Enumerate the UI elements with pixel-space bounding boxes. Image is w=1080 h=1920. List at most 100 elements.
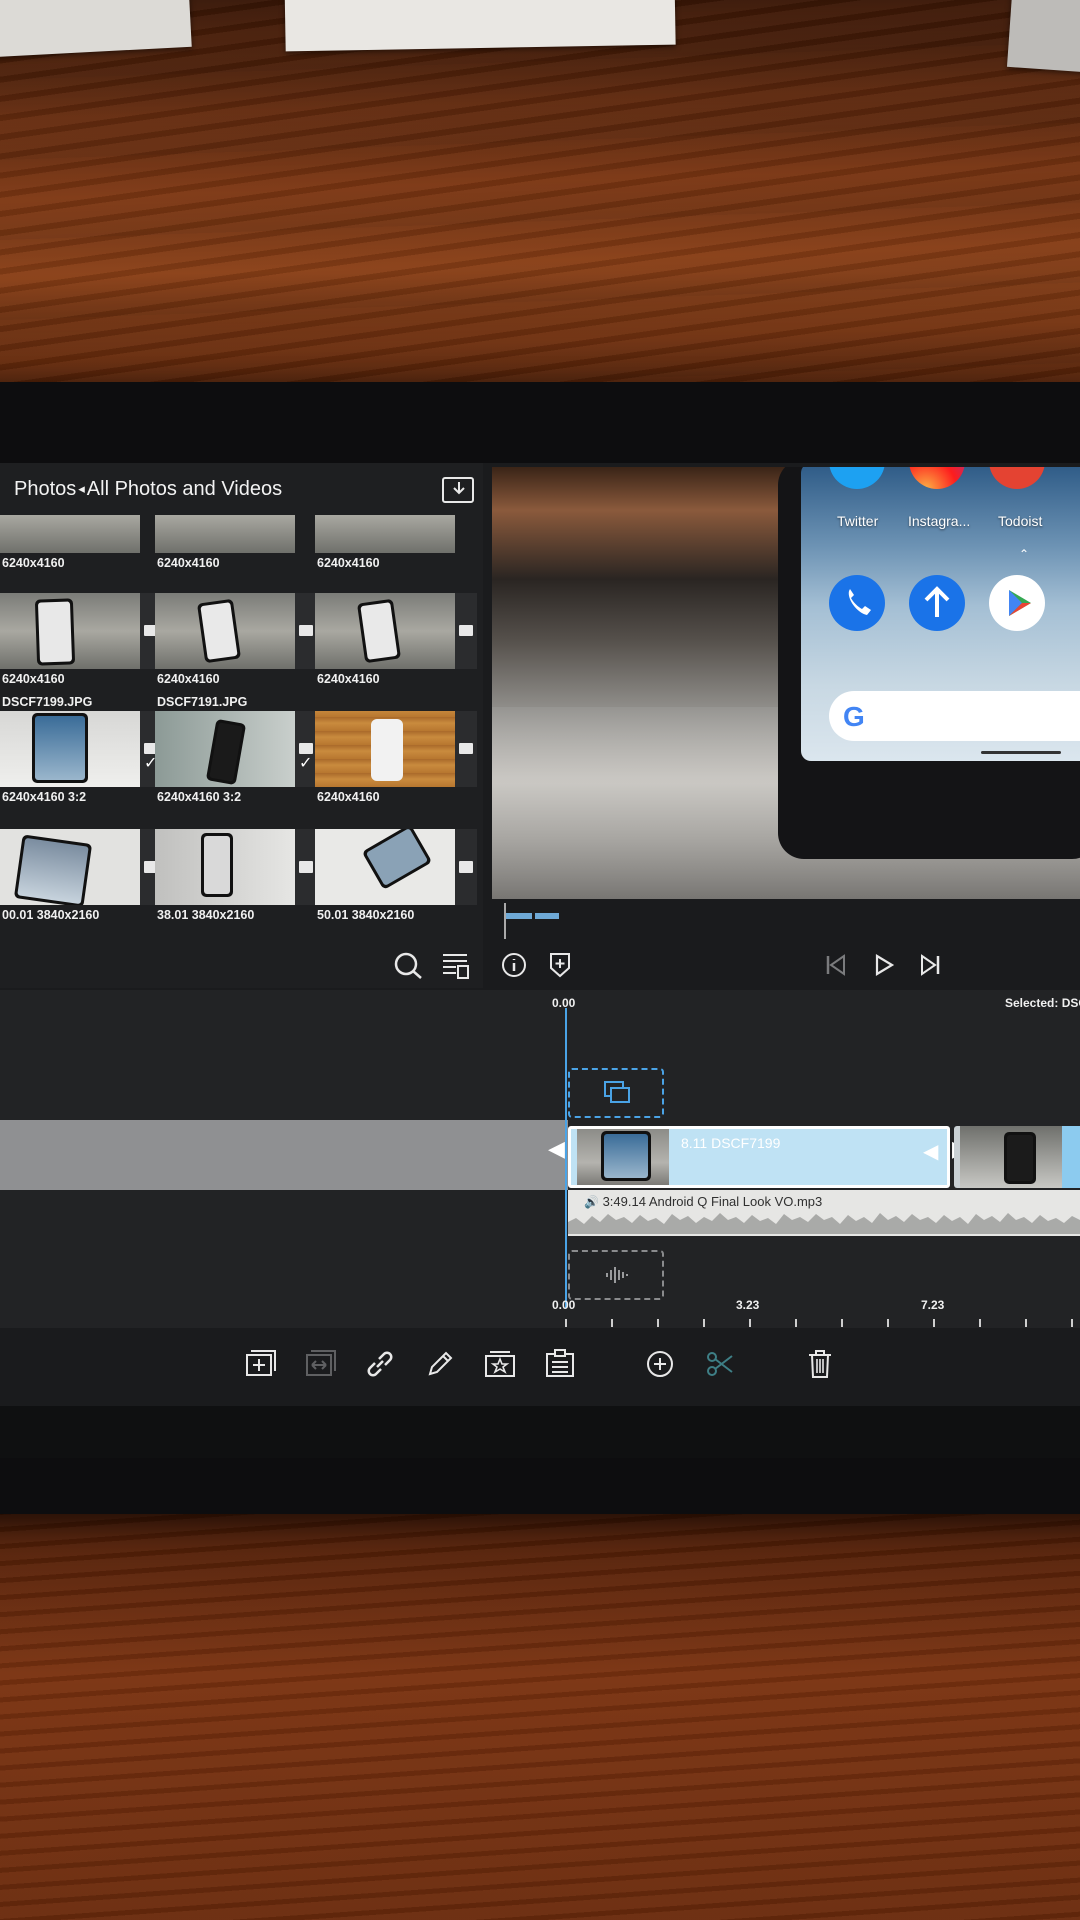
video-clip[interactable] — [954, 1126, 1080, 1188]
selected-clip-label: Selected: DSC — [1005, 996, 1080, 1010]
video-badge-icon — [459, 861, 473, 873]
overlay-track-icon — [604, 1081, 630, 1103]
media-thumbnail — [155, 711, 295, 787]
add-clip-icon[interactable] — [240, 1344, 280, 1384]
media-item[interactable]: 00.01 3840x2160 — [0, 815, 162, 927]
phone-app-icon — [829, 575, 885, 631]
media-thumbnail — [0, 829, 140, 905]
ruler-tick — [565, 1319, 567, 1327]
play-icon[interactable] — [872, 953, 896, 977]
timeline-panel[interactable]: 0.00 Selected: DSC ◀ 8.11 DSCF7199 ◀ ▶ — [0, 990, 1080, 1328]
app-label-instagram: Instagra... — [908, 513, 971, 529]
audio-clip-label: 🔊 3:49.14 Android Q Final Look VO.mp3 — [584, 1194, 822, 1209]
trim-handle-left-icon[interactable]: ◀ — [548, 1136, 565, 1162]
chevron-up-icon: ⌃ — [1019, 547, 1030, 561]
paper-sheet — [1006, 0, 1080, 74]
ruler-tick — [611, 1319, 613, 1327]
info-icon[interactable] — [500, 951, 528, 979]
media-item[interactable]: 6240x4160 — [315, 515, 470, 575]
photo-badge-icon — [459, 743, 473, 754]
skip-forward-icon[interactable] — [918, 953, 942, 977]
ruler-tick — [703, 1319, 705, 1327]
media-item[interactable] — [155, 933, 310, 945]
audio-track[interactable]: 🔊 3:49.14 Android Q Final Look VO.mp3 — [568, 1190, 1080, 1236]
breadcrumb-current[interactable]: All Photos and Videos — [87, 478, 282, 501]
media-caption: 6240x4160 — [157, 672, 220, 686]
breadcrumb-root[interactable]: Photos — [14, 478, 76, 501]
media-caption: 6240x4160 — [317, 556, 380, 570]
clip-edge — [1062, 1126, 1080, 1188]
media-item[interactable]: 6240x4160 — [155, 579, 317, 691]
media-thumbnail — [315, 829, 455, 905]
audio-waveform — [568, 1213, 1080, 1234]
ruler-tick — [887, 1319, 889, 1327]
breadcrumb-separator: ◂ — [78, 481, 85, 496]
edit-pencil-icon[interactable] — [420, 1344, 460, 1384]
media-thumbnail — [0, 711, 140, 787]
app-label-twitter: Twitter — [837, 513, 879, 529]
ruler-label: 7.23 — [921, 1298, 945, 1312]
media-item[interactable]: 6240x4160 — [155, 515, 310, 575]
browser-header: Photos ◂ All Photos and Videos — [0, 463, 483, 515]
link-icon[interactable] — [360, 1344, 400, 1384]
media-item[interactable]: DSCF7199.JPG ✓ 6240x4160 3:2 — [0, 695, 162, 809]
media-caption: 6240x4160 — [317, 790, 380, 804]
google-search-bar: G — [829, 691, 1080, 741]
ruler-label: 3.23 — [736, 1298, 760, 1312]
sort-list-icon[interactable] — [440, 951, 470, 981]
preview-phone-screen: Twitter Instagra... Todoist ⌃ G — [801, 467, 1080, 761]
media-item[interactable]: 6240x4160 — [0, 515, 155, 575]
trim-handle-right-icon[interactable]: ◀ — [923, 1139, 938, 1164]
google-logo-icon: G — [843, 701, 865, 732]
favorite-icon[interactable] — [480, 1344, 520, 1384]
media-item[interactable] — [315, 933, 470, 945]
scrub-head[interactable] — [504, 903, 506, 939]
waveform-icon — [606, 1267, 628, 1283]
media-item[interactable]: 6240x4160 — [315, 579, 477, 691]
audio-dropzone[interactable] — [568, 1250, 664, 1300]
media-item[interactable]: DSCF7191.JPG ✓ 6240x4160 3:2 — [155, 695, 317, 809]
media-filename: DSCF7191.JPG — [157, 695, 248, 709]
time-ruler[interactable] — [0, 1315, 1080, 1328]
import-button[interactable] — [442, 477, 474, 503]
media-thumbnail — [155, 829, 295, 905]
preview-scrubber[interactable] — [504, 903, 1078, 939]
clip-label: 8.11 DSCF7199 — [681, 1135, 781, 1151]
media-item[interactable]: 6240x4160 — [0, 579, 162, 691]
preview-panel: Twitter Instagra... Todoist ⌃ G — [490, 463, 1080, 988]
media-item[interactable]: 50.01 3840x2160 — [315, 815, 477, 927]
skip-back-icon[interactable] — [824, 953, 848, 977]
media-item[interactable]: 38.01 3840x2160 — [155, 815, 317, 927]
media-thumbnail — [315, 711, 455, 787]
clipboard-icon[interactable] — [540, 1344, 580, 1384]
ruler-tick — [657, 1319, 659, 1327]
add-marker-icon[interactable] — [548, 951, 572, 979]
search-icon[interactable] — [392, 951, 426, 981]
media-thumbnail — [0, 515, 140, 553]
video-clip-selected[interactable]: 8.11 DSCF7199 ◀ — [568, 1126, 950, 1188]
desk-background-top — [0, 0, 1080, 390]
ruler-tick — [1071, 1319, 1073, 1327]
photo-badge-icon — [459, 625, 473, 636]
media-item[interactable]: 6240x4160 — [315, 697, 477, 809]
play-store-icon — [989, 575, 1045, 631]
replace-clip-icon[interactable] — [300, 1344, 340, 1384]
media-side-strip: ✓ — [295, 711, 317, 787]
ruler-tick — [979, 1319, 981, 1327]
browser-footer — [0, 945, 483, 988]
overlay-dropzone[interactable] — [568, 1068, 664, 1118]
media-side-strip — [455, 829, 477, 905]
paper-sheet — [284, 0, 676, 52]
playhead-line[interactable] — [565, 1008, 567, 1308]
media-caption: 6240x4160 — [317, 672, 380, 686]
media-item[interactable] — [0, 933, 155, 945]
media-caption: 6240x4160 — [2, 556, 65, 570]
trash-icon[interactable] — [800, 1344, 840, 1384]
media-caption: 6240x4160 — [2, 672, 65, 686]
scissors-icon[interactable] — [700, 1344, 740, 1384]
preview-phone: Twitter Instagra... Todoist ⌃ G — [778, 467, 1080, 859]
desk-background-bottom — [0, 1510, 1080, 1920]
ruler-tick — [933, 1319, 935, 1327]
add-circle-icon[interactable] — [640, 1344, 680, 1384]
media-caption: 6240x4160 — [157, 556, 220, 570]
